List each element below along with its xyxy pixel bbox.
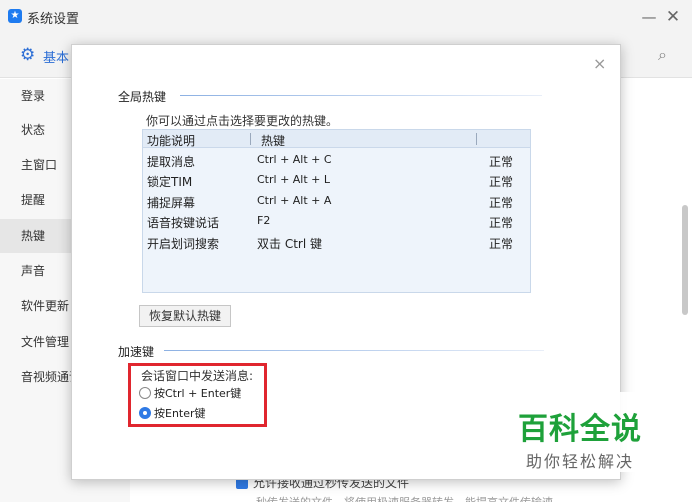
radio-button-selected[interactable]: [139, 407, 151, 419]
column-header-function: 功能说明: [147, 134, 196, 148]
column-header-hotkey: 热键: [261, 134, 286, 148]
column-separator: [250, 133, 251, 145]
title-bar: ★ 系统设置 — ✕: [0, 0, 692, 34]
hotkey-function: 语音按键说话: [147, 216, 220, 230]
section-divider: [180, 95, 542, 96]
hotkey-status: 正常: [489, 175, 514, 189]
app-logo-icon: ★: [8, 9, 22, 23]
hotkey-value[interactable]: Ctrl + Alt + L: [257, 173, 330, 186]
table-row[interactable]: 开启划词搜索 双击 Ctrl 键 正常: [143, 233, 530, 253]
hotkey-status: 正常: [489, 237, 514, 251]
hotkey-function: 锁定TIM: [147, 175, 193, 189]
dialog-close-button[interactable]: ×: [593, 54, 606, 73]
send-message-label: 会话窗口中发送消息:: [141, 369, 254, 383]
section-title-accelerator: 加速键: [118, 345, 155, 359]
radio-label: 按Ctrl + Enter键: [154, 387, 242, 400]
section-divider: [164, 350, 544, 351]
radio-ctrl-enter[interactable]: 按Ctrl + Enter键: [139, 385, 241, 401]
hotkey-hint: 你可以通过点击选择要更改的热键。: [146, 114, 339, 128]
table-row[interactable]: 语音按键说话 F2 正常: [143, 212, 530, 232]
hotkey-value[interactable]: F2: [257, 214, 270, 227]
hotkey-table: 功能说明 热键 提取消息 Ctrl + Alt + C 正常 锁定TIM Ctr…: [142, 129, 531, 293]
table-header: 功能说明 热键: [143, 130, 530, 148]
column-separator: [476, 133, 477, 145]
send-key-highlight-box: 会话窗口中发送消息: 按Ctrl + Enter键 按Enter键: [128, 363, 267, 427]
hotkey-status: 正常: [489, 196, 514, 210]
hotkey-value[interactable]: Ctrl + Alt + C: [257, 153, 332, 166]
hotkey-status: 正常: [489, 155, 514, 169]
radio-enter[interactable]: 按Enter键: [139, 405, 206, 421]
minimize-button[interactable]: —: [638, 6, 660, 28]
watermark-title: 百科全说: [518, 412, 642, 447]
option-note: 秒传发送的文件，将使用极速服务器转发，能提高文件传输速: [256, 494, 553, 502]
restore-default-hotkeys-button[interactable]: 恢复默认热键: [139, 305, 231, 327]
window-title: 系统设置: [27, 12, 80, 27]
hotkey-function: 捕捉屏幕: [147, 196, 196, 210]
watermark: 百科全说 助你轻松解决: [506, 392, 648, 472]
hotkey-value[interactable]: Ctrl + Alt + A: [257, 194, 331, 207]
close-window-button[interactable]: ✕: [662, 6, 684, 28]
search-icon[interactable]: ⌕: [658, 45, 667, 65]
table-row[interactable]: 锁定TIM Ctrl + Alt + L 正常: [143, 171, 530, 191]
hotkey-value[interactable]: 双击 Ctrl 键: [257, 235, 322, 252]
scrollbar[interactable]: [682, 205, 688, 315]
radio-button[interactable]: [139, 387, 151, 399]
table-row[interactable]: 提取消息 Ctrl + Alt + C 正常: [143, 151, 530, 171]
radio-label: 按Enter键: [154, 407, 206, 420]
tab-basic[interactable]: 基本: [43, 47, 69, 66]
gear-icon: ⚙: [20, 45, 36, 65]
hotkey-status: 正常: [489, 216, 514, 230]
hotkey-function: 开启划词搜索: [147, 237, 220, 251]
section-title-global-hotkeys: 全局热键: [118, 90, 167, 104]
watermark-subtitle: 助你轻松解决: [526, 452, 635, 471]
hotkey-function: 提取消息: [147, 155, 196, 169]
table-row[interactable]: 捕捉屏幕 Ctrl + Alt + A 正常: [143, 192, 530, 212]
